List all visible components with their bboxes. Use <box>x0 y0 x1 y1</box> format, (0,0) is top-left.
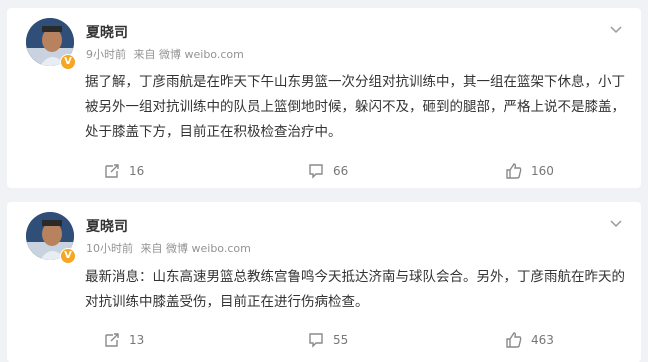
repost-button[interactable]: 16 <box>103 161 144 181</box>
verified-badge-icon: V <box>60 248 76 264</box>
comment-count: 66 <box>333 164 349 178</box>
comment-count: 55 <box>333 333 349 347</box>
comment-icon <box>309 333 323 348</box>
post-source: 来自 微博 weibo.com <box>140 242 251 255</box>
weibo-post-card: V 夏晓司 10小时前 来自 微博 weibo.com 最新消息：山东高速男篮总… <box>7 202 641 362</box>
repost-icon <box>105 164 119 178</box>
repost-count: 13 <box>129 333 145 347</box>
repost-count: 16 <box>129 164 145 178</box>
like-count: 160 <box>531 164 554 178</box>
post-actions: 16 66 160 <box>7 161 641 181</box>
post-meta: 9小时前 来自 微博 weibo.com <box>86 46 248 62</box>
post-text: 最新消息：山东高速男篮总教练宫鲁鸣今天抵达济南与球队会合。另外，丁彦雨航在昨天的… <box>85 269 625 310</box>
like-button[interactable]: 160 <box>505 161 554 181</box>
comment-button[interactable]: 66 <box>307 161 348 181</box>
like-count: 463 <box>531 333 554 347</box>
comment-button[interactable]: 55 <box>307 330 348 350</box>
post-time[interactable]: 10小时前 <box>86 242 133 255</box>
comment-icon <box>309 164 323 179</box>
like-icon <box>506 332 522 348</box>
author-name[interactable]: 夏晓司 <box>86 216 128 236</box>
author-name[interactable]: 夏晓司 <box>86 22 128 42</box>
like-icon <box>506 163 522 179</box>
post-time[interactable]: 9小时前 <box>86 48 126 61</box>
chevron-down-icon[interactable] <box>607 20 625 38</box>
post-source: 来自 微博 weibo.com <box>133 48 244 61</box>
like-button[interactable]: 463 <box>505 330 554 350</box>
weibo-post-card: V 夏晓司 9小时前 来自 微博 weibo.com 据了解，丁彦雨航是在昨天下… <box>7 8 641 188</box>
post-meta: 10小时前 来自 微博 weibo.com <box>86 240 255 256</box>
repost-icon <box>105 333 119 347</box>
chevron-down-icon[interactable] <box>607 214 625 232</box>
repost-button[interactable]: 13 <box>103 330 144 350</box>
verified-badge-icon: V <box>60 54 76 70</box>
post-actions: 13 55 463 <box>7 330 641 350</box>
post-text: 据了解，丁彦雨航是在昨天下午山东男篮一次分组对抗训练中，其一组在篮架下休息，小丁… <box>85 74 625 140</box>
